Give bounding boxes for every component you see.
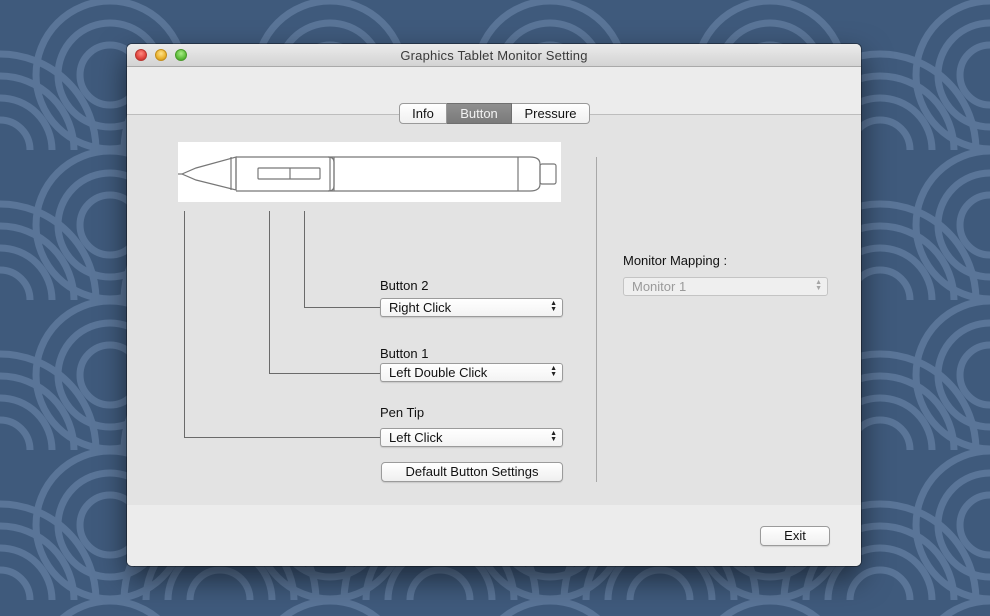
button1-leader-line: [269, 373, 380, 374]
button1-popup[interactable]: Left Double Click ▲ ▼: [380, 363, 563, 382]
button1-value: Left Double Click: [389, 365, 488, 380]
title-bar[interactable]: Graphics Tablet Monitor Setting: [127, 44, 861, 67]
up-down-chevron-icon: ▲ ▼: [550, 365, 557, 378]
pen-tip-leader-line: [184, 211, 185, 437]
stylus-pen-illustration-icon: [178, 142, 561, 202]
vertical-divider: [596, 157, 597, 482]
monitor-mapping-popup[interactable]: Monitor 1 ▲ ▼: [623, 277, 828, 296]
window-title: Graphics Tablet Monitor Setting: [400, 48, 588, 63]
window-footer: [127, 505, 861, 566]
tab-bar: Info Button Pressure: [399, 103, 590, 124]
tab-pressure[interactable]: Pressure: [512, 103, 590, 124]
pen-tip-value: Left Click: [389, 430, 443, 445]
button2-popup[interactable]: Right Click ▲ ▼: [380, 298, 563, 317]
button2-leader-line: [304, 307, 380, 308]
pen-tip-popup[interactable]: Left Click ▲ ▼: [380, 428, 563, 447]
button1-label: Button 1: [380, 346, 429, 361]
pen-tip-leader-line: [184, 437, 380, 438]
monitor-mapping-value: Monitor 1: [632, 279, 687, 294]
button2-leader-line: [304, 211, 305, 308]
monitor-mapping-label: Monitor Mapping :: [623, 253, 728, 268]
up-down-chevron-icon: ▲ ▼: [550, 430, 557, 443]
button2-label: Button 2: [380, 278, 429, 293]
app-window: Graphics Tablet Monitor Setting Info But…: [127, 44, 861, 566]
pen-tip-label: Pen Tip: [380, 405, 425, 420]
button2-value: Right Click: [389, 300, 452, 315]
tab-button[interactable]: Button: [447, 103, 512, 124]
button1-leader-line: [269, 211, 270, 374]
up-down-chevron-icon: ▲ ▼: [815, 279, 822, 292]
exit-button[interactable]: Exit: [760, 526, 830, 546]
up-down-chevron-icon: ▲ ▼: [550, 300, 557, 313]
default-button-settings-button[interactable]: Default Button Settings: [381, 462, 563, 482]
tab-info[interactable]: Info: [399, 103, 447, 124]
